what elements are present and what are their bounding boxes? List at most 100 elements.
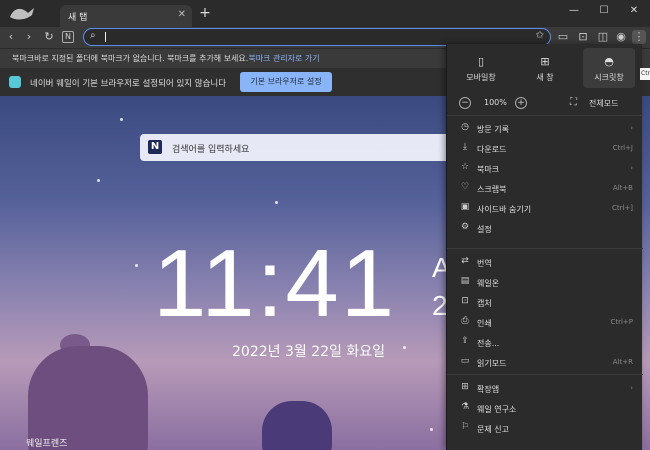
mobile-window-label: 모바일창: [466, 73, 496, 82]
naver-home-button[interactable]: N: [62, 31, 74, 43]
menu-item-shortcut: ›: [630, 164, 633, 172]
menu-item-label: 북마크: [477, 165, 500, 174]
new-window-icon: ⊞: [540, 55, 550, 68]
menu-item-icon: ☆: [460, 162, 470, 172]
menu-item-label: 번역: [477, 259, 492, 268]
capture-icon[interactable]: ⊡: [576, 30, 590, 44]
back-button[interactable]: ‹: [4, 30, 18, 44]
zoom-in-button[interactable]: +: [515, 97, 527, 109]
mobile-window-icon: ▯: [477, 55, 485, 68]
menu-item-icon: ▤: [460, 276, 470, 286]
menu-item-icon: ⚙: [460, 222, 470, 232]
bookmark-bar-message: 북마크바로 지정된 폴더에 북마크가 없습니다. 북마크를 추가해 보세요.북마…: [12, 53, 320, 64]
main-menu: ▯ 모바일창 ⊞ 새 창 ◓ 시크릿창 − 100% + ⛶ 전체모드 ◷ 방문 …: [446, 44, 643, 450]
menu-item-icon: ♡: [460, 182, 470, 192]
menu-item[interactable]: ☆ 북마크 ›: [447, 160, 643, 178]
minimize-button[interactable]: —: [560, 2, 588, 20]
fullscreen-button[interactable]: 전체모드: [589, 98, 618, 109]
menu-item[interactable]: ⚙ 설정: [447, 220, 643, 238]
star-decoration: [403, 346, 406, 349]
new-window-button[interactable]: ⊞ 새 창: [519, 48, 571, 88]
menu-item[interactable]: ⎙ 인쇄 Ctrl+P: [447, 314, 643, 332]
text-caret: [105, 32, 106, 42]
menu-item-shortcut: Ctrl+J: [612, 144, 633, 152]
split-view-icon[interactable]: ◫: [596, 30, 610, 44]
zoom-row: − 100% + ⛶ 전체모드: [447, 92, 643, 116]
new-window-label: 새 창: [536, 73, 554, 82]
browser-window: 새 탭 ✕ + — ☐ ✕ ‹ › ↻ N ⌕ ✩ ▭ ⊡ ◫ ◉ ⋮ 북마크바…: [0, 0, 650, 450]
menu-item-label: 다운로드: [477, 145, 507, 154]
secret-window-button[interactable]: ◓ 시크릿창: [583, 48, 635, 88]
menu-item[interactable]: ▤ 웨일온: [447, 274, 643, 292]
default-browser-message: 네이버 웨일이 기본 브라우저로 설정되어 있지 않습니다: [30, 79, 227, 89]
star-decoration: [430, 428, 433, 431]
menu-item[interactable]: ⇪ 전송...: [447, 334, 643, 352]
tab-new-tab[interactable]: 새 탭 ✕: [60, 5, 192, 27]
menu-item[interactable]: ⇄ 번역: [447, 254, 643, 272]
menu-item-icon: ⤓: [463, 142, 467, 152]
star-decoration: [275, 201, 278, 204]
menu-item[interactable]: ⊞ 확장앱 ›: [447, 380, 643, 398]
menu-item-label: 문제 신고: [477, 425, 509, 434]
close-button[interactable]: ✕: [620, 2, 648, 20]
new-tab-button[interactable]: +: [198, 5, 212, 23]
zoom-out-button[interactable]: −: [459, 97, 471, 109]
fullscreen-icon[interactable]: ⛶: [570, 97, 577, 108]
menu-item-icon: ▣: [460, 202, 470, 212]
menu-item[interactable]: ⚐ 문제 신고: [447, 420, 643, 438]
menu-item-label: 스크랩북: [477, 185, 507, 194]
shortcut-tooltip: Ctrl: [640, 68, 650, 80]
maximize-button[interactable]: ☐: [590, 2, 618, 20]
menu-item-icon: ⊡: [461, 296, 469, 306]
profile-icon[interactable]: ◉: [614, 30, 628, 44]
menu-separator: [447, 248, 643, 249]
menu-item-label: 사이드바 숨기기: [477, 205, 532, 214]
sidebar-icon[interactable]: ▭: [556, 30, 570, 44]
whale-logo-icon: [8, 5, 44, 21]
carousel-dots: [296, 442, 326, 450]
zoom-level: 100%: [484, 98, 507, 107]
menu-item-icon: ⎙: [461, 316, 469, 326]
character-decoration: [28, 346, 148, 450]
menu-item-shortcut: Ctrl+]: [611, 204, 633, 212]
clock-time: 11:41: [153, 230, 397, 337]
menu-item-label: 방문 기록: [477, 125, 509, 134]
reload-button[interactable]: ↻: [42, 30, 56, 44]
menu-item[interactable]: ▭ 읽기모드 Alt+R: [447, 354, 643, 372]
search-input[interactable]: 검색어를 입력하세요: [172, 142, 249, 155]
menu-item[interactable]: ▣ 사이드바 숨기기 Ctrl+]: [447, 200, 643, 218]
menu-item-icon: ⇪: [461, 336, 469, 346]
set-default-browser-button[interactable]: 기본 브라우저로 설정: [240, 72, 332, 92]
menu-item[interactable]: ◷ 방문 기록 ›: [447, 120, 643, 138]
menu-item-label: 캡처: [477, 299, 492, 308]
forward-button[interactable]: ›: [22, 30, 36, 44]
star-decoration: [120, 118, 123, 121]
menu-item-icon: ⚐: [460, 422, 470, 432]
search-icon: ⌕: [90, 30, 96, 41]
menu-item[interactable]: ⤓ 다운로드 Ctrl+J: [447, 140, 643, 158]
bookmark-star-icon[interactable]: ✩: [536, 30, 544, 41]
tab-close-icon[interactable]: ✕: [178, 9, 186, 20]
whale-icon: [9, 76, 21, 88]
menu-item-label: 웨일 연구소: [477, 405, 517, 414]
mobile-window-button[interactable]: ▯ 모바일창: [455, 48, 507, 88]
menu-item-label: 확장앱: [477, 385, 500, 394]
menu-item[interactable]: ⊡ 캡처: [447, 294, 643, 312]
menu-item-shortcut: Alt+B: [612, 184, 633, 192]
bookmark-empty-text: 북마크바로 지정된 폴더에 북마크가 없습니다. 북마크를 추가해 보세요.: [12, 54, 249, 63]
menu-item-icon: ⇄: [461, 256, 469, 266]
menu-item[interactable]: ⚗ 웨일 연구소: [447, 400, 643, 418]
menu-item-icon: ◷: [461, 122, 469, 132]
menu-item-label: 읽기모드: [477, 359, 507, 368]
secret-window-icon: ◓: [604, 55, 614, 68]
secret-window-label: 시크릿창: [594, 73, 624, 82]
menu-item-label: 전송...: [477, 339, 500, 348]
menu-item[interactable]: ♡ 스크랩북 Alt+B: [447, 180, 643, 198]
menu-item-shortcut: Alt+R: [612, 358, 633, 366]
star-decoration: [97, 179, 100, 182]
search-box[interactable]: N 검색어를 입력하세요: [140, 134, 470, 161]
naver-logo-icon: N: [148, 140, 162, 154]
menu-button[interactable]: ⋮: [632, 30, 646, 44]
bookmark-manager-link[interactable]: 북마크 관리자로 가기: [248, 54, 319, 63]
star-decoration: [135, 264, 138, 267]
